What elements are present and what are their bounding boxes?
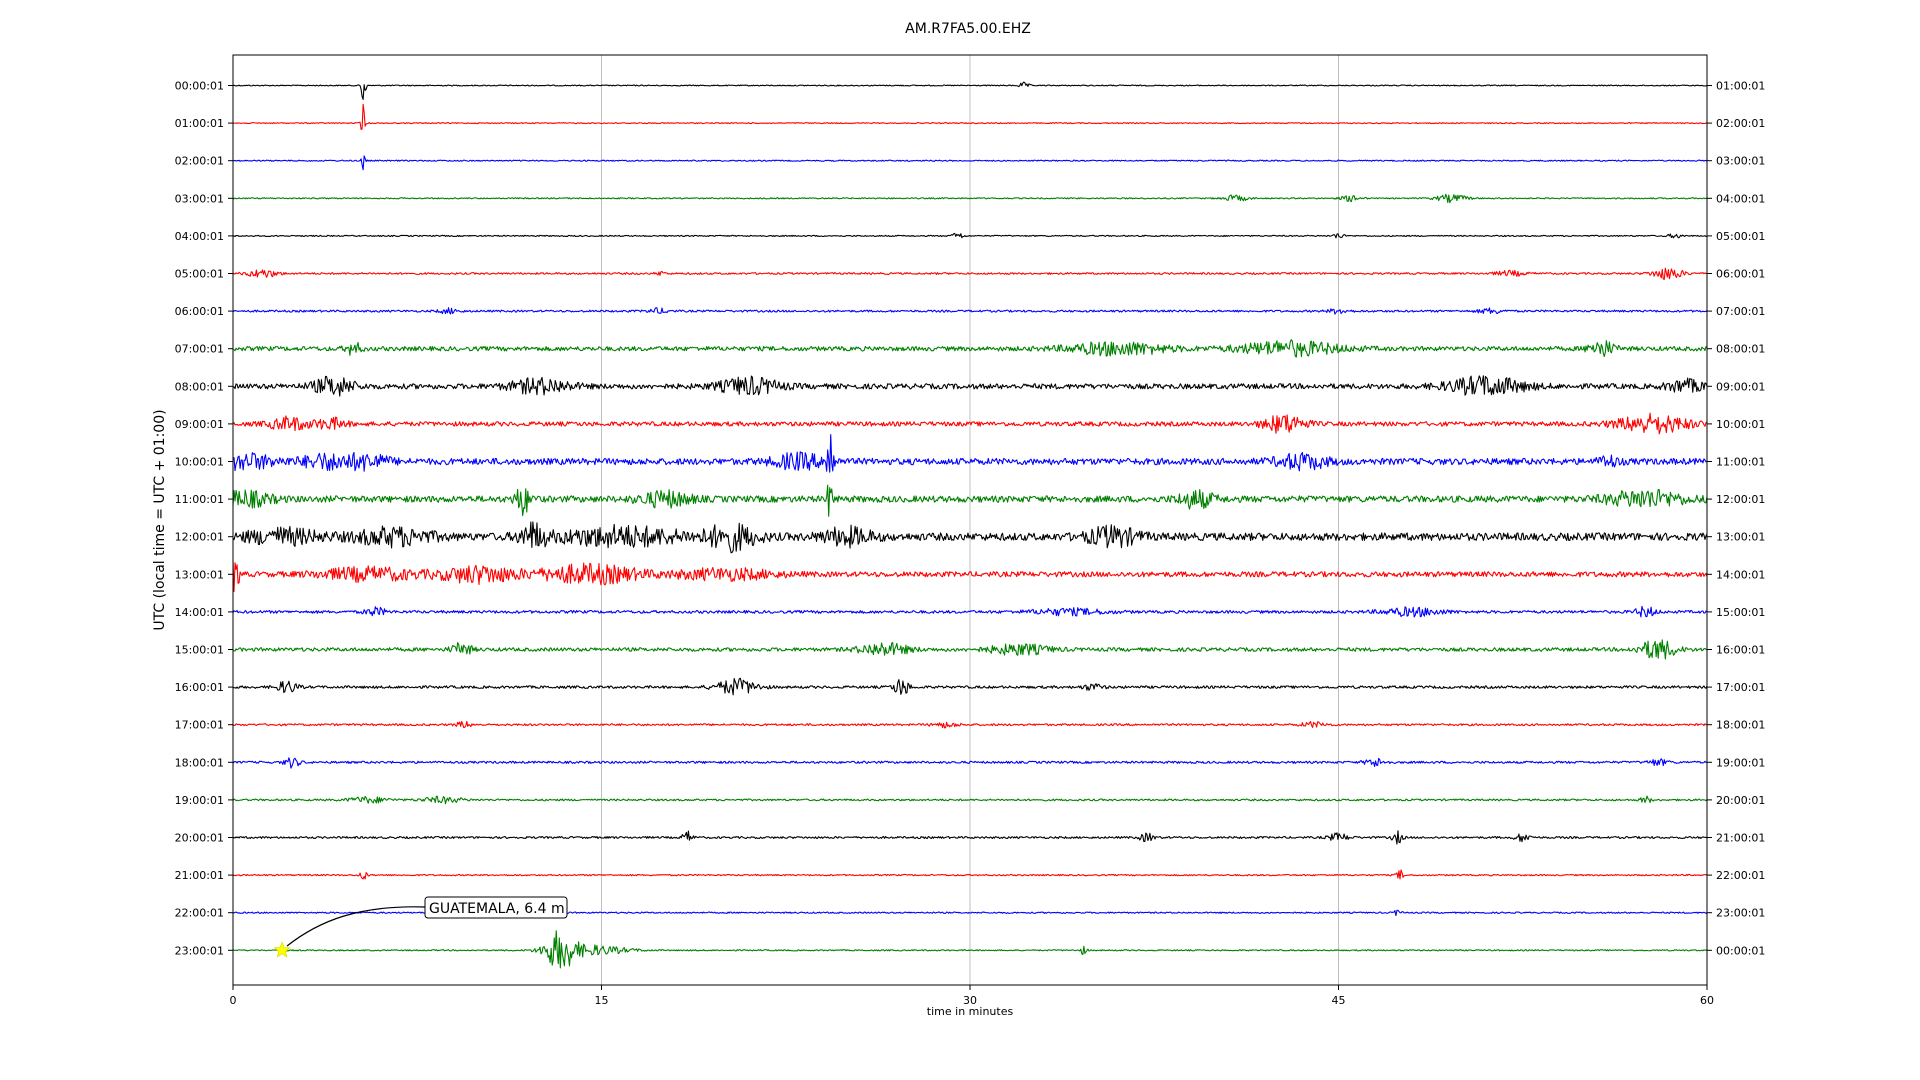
right-time-label: 03:00:01 [1716,155,1765,168]
right-time-label: 00:00:01 [1716,944,1765,957]
left-time-label: 03:00:01 [175,192,224,205]
right-time-label: 09:00:01 [1716,380,1765,393]
left-time-label: 20:00:01 [175,832,224,845]
right-time-label: 10:00:01 [1716,418,1765,431]
right-time-label: 23:00:01 [1716,907,1765,920]
right-time-label: 15:00:01 [1716,606,1765,619]
right-time-label: 08:00:01 [1716,343,1765,356]
right-time-label: 14:00:01 [1716,568,1765,581]
left-time-label: 10:00:01 [175,456,224,469]
right-time-label: 19:00:01 [1716,756,1765,769]
left-time-label: 08:00:01 [175,380,224,393]
left-time-label: 17:00:01 [175,719,224,732]
right-time-label: 12:00:01 [1716,493,1765,506]
x-tick-label: 0 [230,994,237,1007]
left-time-label: 13:00:01 [175,568,224,581]
left-time-label: 09:00:01 [175,418,224,431]
left-time-label: 05:00:01 [175,268,224,281]
x-tick-label: 45 [1332,994,1346,1007]
chart-title: AM.R7FA5.00.EHZ [905,21,1031,37]
right-time-label: 20:00:01 [1716,794,1765,807]
right-time-label: 05:00:01 [1716,230,1765,243]
annotation-text: GUATEMALA, 6.4 m [429,901,565,917]
right-time-label: 01:00:01 [1716,80,1765,93]
right-time-label: 21:00:01 [1716,832,1765,845]
left-time-label: 00:00:01 [175,80,224,93]
right-time-label: 13:00:01 [1716,531,1765,544]
left-time-label: 15:00:01 [175,644,224,657]
right-time-label: 02:00:01 [1716,117,1765,130]
right-time-label: 22:00:01 [1716,869,1765,882]
left-time-label: 11:00:01 [175,493,224,506]
right-time-label: 18:00:01 [1716,719,1765,732]
left-time-label: 06:00:01 [175,305,224,318]
left-time-label: 04:00:01 [175,230,224,243]
left-time-label: 21:00:01 [175,869,224,882]
left-time-label: 02:00:01 [175,155,224,168]
left-time-label: 01:00:01 [175,117,224,130]
right-time-label: 16:00:01 [1716,644,1765,657]
right-time-label: 07:00:01 [1716,305,1765,318]
left-time-label: 22:00:01 [175,907,224,920]
right-time-label: 17:00:01 [1716,681,1765,694]
right-time-label: 06:00:01 [1716,268,1765,281]
left-time-label: 23:00:01 [175,944,224,957]
right-time-label: 04:00:01 [1716,192,1765,205]
left-time-label: 12:00:01 [175,531,224,544]
x-axis-label: time in minutes [927,1005,1014,1018]
x-tick-label: 15 [595,994,609,1007]
left-time-label: 18:00:01 [175,756,224,769]
left-time-label: 16:00:01 [175,681,224,694]
left-time-label: 07:00:01 [175,343,224,356]
left-time-label: 14:00:01 [175,606,224,619]
y-axis-label: UTC (local time = UTC + 01:00) [152,409,168,630]
right-time-label: 11:00:01 [1716,456,1765,469]
helicorder-plot: AM.R7FA5.00.EHZ 00:00:01 01:00:01 02:00:01… [0,0,1920,1080]
x-tick-label: 60 [1700,994,1714,1007]
left-time-label: 19:00:01 [175,794,224,807]
